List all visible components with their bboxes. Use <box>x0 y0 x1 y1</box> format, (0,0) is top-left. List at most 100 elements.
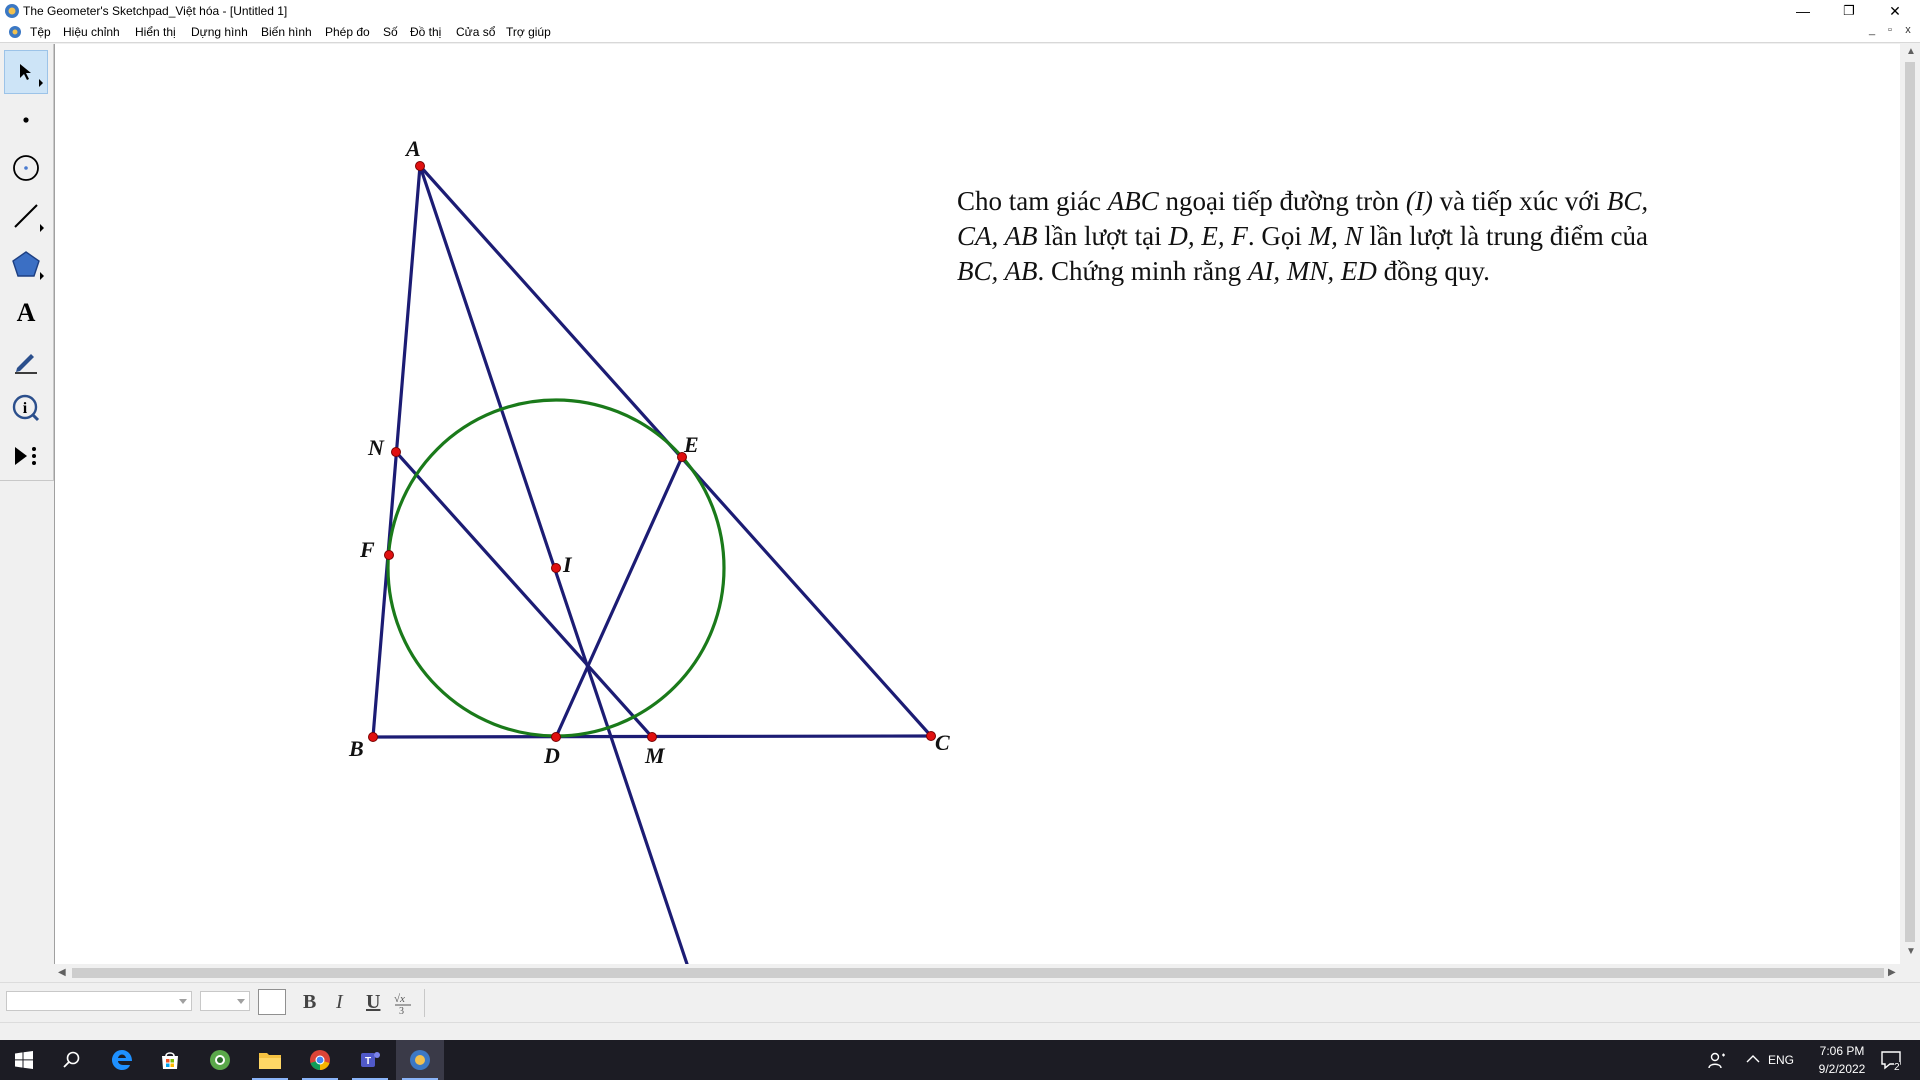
math-text: ABC <box>1107 186 1159 216</box>
text-tool[interactable]: A <box>4 290 48 334</box>
menu-help[interactable]: Trợ giúp <box>506 25 551 39</box>
status-bar <box>0 1022 1920 1041</box>
svg-text:A: A <box>17 298 36 326</box>
point-i[interactable] <box>551 563 561 573</box>
problem-text: đồng quy. <box>1376 256 1490 286</box>
vertical-scroll-thumb[interactable] <box>1905 62 1915 942</box>
menu-measure[interactable]: Phép đo <box>325 25 370 39</box>
menu-graph[interactable]: Đồ thị <box>410 25 441 39</box>
marker-tool[interactable] <box>4 338 48 382</box>
label-a[interactable]: A <box>404 136 421 161</box>
taskbar-edge[interactable] <box>98 1040 146 1080</box>
minimize-button[interactable]: — <box>1780 0 1826 22</box>
sketchpad-icon <box>410 1050 430 1070</box>
compass-tool[interactable] <box>4 146 48 190</box>
label-d[interactable]: D <box>543 743 560 768</box>
label-f[interactable]: F <box>359 537 375 562</box>
sketchpad-app-icon <box>5 4 19 18</box>
underline-button[interactable]: U <box>366 991 380 1014</box>
start-button[interactable] <box>0 1040 48 1080</box>
menu-display[interactable]: Hiển thị <box>135 25 176 39</box>
people-icon[interactable] <box>1708 1051 1726 1069</box>
scroll-up-icon[interactable]: ▲ <box>1906 46 1916 57</box>
segment-mn[interactable] <box>394 450 654 739</box>
point-tool[interactable] <box>4 98 48 142</box>
label-n[interactable]: N <box>367 435 385 460</box>
windows-start-icon <box>15 1051 33 1069</box>
svg-text:i: i <box>23 400 28 417</box>
label-b[interactable]: B <box>348 736 364 761</box>
language-indicator[interactable]: ENG <box>1768 1053 1794 1067</box>
edge-icon <box>112 1050 132 1070</box>
point-f[interactable] <box>384 550 394 560</box>
menu-number[interactable]: Số <box>383 25 398 39</box>
close-button[interactable]: ✕ <box>1872 0 1918 22</box>
title-bar: The Geometer's Sketchpad_Việt hóa - [Unt… <box>0 0 1920 22</box>
taskbar-file-explorer[interactable] <box>246 1040 294 1080</box>
problem-statement[interactable]: Cho tam giác ABC ngoại tiếp đường tròn (… <box>957 184 1727 289</box>
text-color-button[interactable] <box>258 989 286 1015</box>
coccoc-browser-icon <box>210 1050 230 1070</box>
point-d[interactable] <box>551 732 561 742</box>
menu-construct[interactable]: Dựng hình <box>191 25 248 39</box>
scroll-down-icon[interactable]: ▼ <box>1906 946 1916 957</box>
problem-text: . Gọi <box>1247 221 1309 251</box>
mdi-restore-button[interactable]: ▫ <box>1882 24 1898 36</box>
toolbar-divider <box>424 989 425 1017</box>
chevron-down-icon <box>237 999 245 1004</box>
point-m[interactable] <box>647 732 657 742</box>
horizontal-scroll-thumb[interactable] <box>72 968 1884 978</box>
teams-icon: T <box>361 1052 380 1067</box>
information-tool[interactable]: i <box>4 386 48 430</box>
font-size-combo[interactable] <box>200 991 250 1011</box>
taskbar-sketchpad[interactable] <box>396 1040 444 1080</box>
point-n[interactable] <box>391 447 401 457</box>
horizontal-scrollbar[interactable]: ◀ ▶ <box>54 964 1900 982</box>
scrollbar-corner <box>1900 964 1920 982</box>
restore-button[interactable]: ❐ <box>1826 0 1872 22</box>
problem-text: và tiếp xúc với <box>1432 186 1607 216</box>
label-e[interactable]: E <box>683 432 699 457</box>
toolbox: A i <box>0 44 54 481</box>
bold-button[interactable]: B <box>303 991 316 1014</box>
taskbar-coccoc[interactable] <box>196 1040 244 1080</box>
menu-window[interactable]: Cửa sổ <box>456 25 495 39</box>
taskbar-store[interactable] <box>146 1040 194 1080</box>
selection-arrow-tool[interactable] <box>4 50 48 94</box>
label-c[interactable]: C <box>935 730 950 755</box>
sketch-canvas[interactable]: A B C D E F I M N <box>54 44 1901 964</box>
chevron-up-icon[interactable] <box>1746 1054 1760 1064</box>
chevron-down-icon <box>179 999 187 1004</box>
segment-ed[interactable] <box>554 455 684 739</box>
search-button[interactable] <box>48 1040 96 1080</box>
mdi-close-button[interactable]: x <box>1900 24 1916 36</box>
math-format-icon[interactable]: √x 3 <box>392 991 414 1015</box>
clock-time[interactable]: 7:06 PM <box>1812 1044 1872 1058</box>
math-text: CA, AB <box>957 221 1038 251</box>
taskbar-teams[interactable]: T <box>346 1040 394 1080</box>
polygon-icon <box>12 251 40 277</box>
scroll-left-icon[interactable]: ◀ <box>58 967 66 978</box>
straightedge-tool[interactable] <box>4 194 48 238</box>
label-i[interactable]: I <box>562 552 573 577</box>
menu-transform[interactable]: Biến hình <box>261 25 312 39</box>
point-icon <box>23 117 29 123</box>
vertical-scrollbar[interactable]: ▲ ▼ <box>1900 44 1920 964</box>
document-icon[interactable] <box>8 25 22 39</box>
scroll-right-icon[interactable]: ▶ <box>1888 967 1896 978</box>
custom-tool[interactable] <box>4 434 48 478</box>
window-title: The Geometer's Sketchpad_Việt hóa - [Unt… <box>23 4 288 18</box>
italic-button[interactable]: I <box>336 991 343 1014</box>
label-m[interactable]: M <box>644 743 666 768</box>
polygon-tool[interactable] <box>4 242 48 286</box>
font-name-combo[interactable] <box>6 991 192 1011</box>
mdi-minimize-button[interactable]: _ <box>1864 24 1880 36</box>
menu-edit[interactable]: Hiệu chỉnh <box>63 25 120 39</box>
play-more-icon <box>15 447 36 465</box>
problem-text: Cho tam giác <box>957 186 1108 216</box>
menu-file[interactable]: Tệp <box>30 25 51 39</box>
clock-date[interactable]: 9/2/2022 <box>1812 1062 1872 1076</box>
point-b[interactable] <box>368 732 378 742</box>
taskbar-chrome[interactable] <box>296 1040 344 1080</box>
point-a[interactable] <box>415 161 425 171</box>
